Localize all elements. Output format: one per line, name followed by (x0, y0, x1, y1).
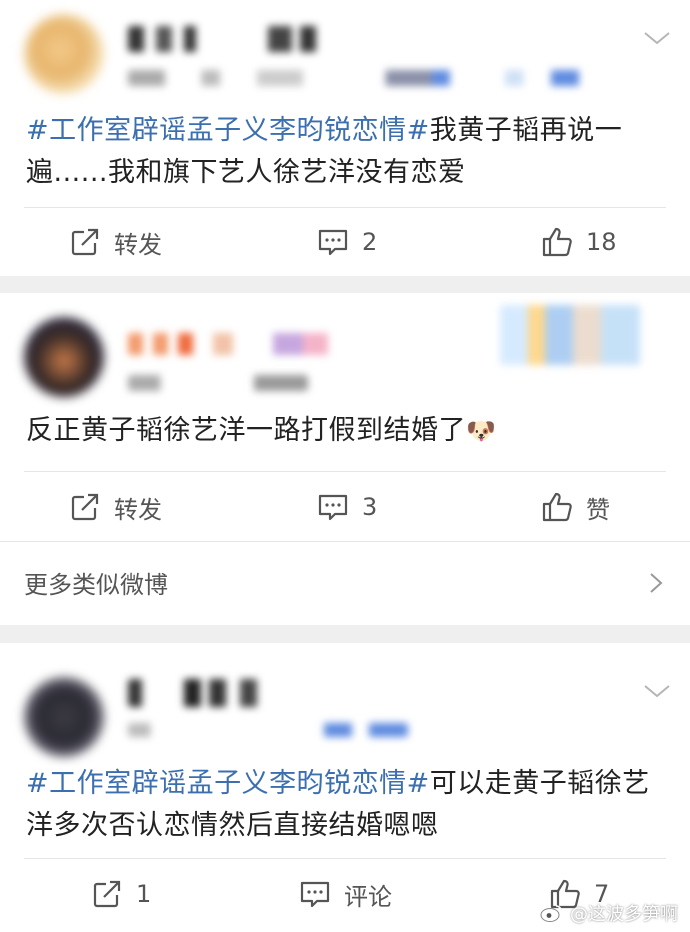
chevron-down-icon[interactable] (642, 28, 672, 48)
like-label: 赞 (586, 495, 610, 524)
dog-emoji: 🐶 (466, 417, 497, 445)
comment-icon (318, 229, 348, 256)
post-meta-blurred (128, 70, 588, 86)
username-blurred[interactable] (128, 333, 378, 355)
weibo-post-1: #工作室辟谣孟子义李昀锐恋情#我黄子韬再说一遍......我和旗下艺人徐艺洋没有… (0, 0, 690, 276)
like-button[interactable]: 18 (540, 212, 617, 272)
comment-button[interactable]: 2 (316, 212, 377, 272)
repost-count: 1 (136, 880, 152, 908)
like-count: 18 (586, 228, 617, 256)
avatar[interactable] (24, 677, 104, 757)
action-bar: 转发 3 赞 (0, 477, 690, 537)
chevron-right-icon (650, 573, 663, 593)
divider (24, 471, 666, 472)
profile-decoration-blurred (500, 305, 640, 365)
comment-icon (318, 494, 348, 521)
post-content: #工作室辟谣孟子义李昀锐恋情#我黄子韬再说一遍......我和旗下艺人徐艺洋没有… (26, 110, 650, 194)
hashtag-link[interactable]: #工作室辟谣孟子义李昀锐恋情# (26, 768, 430, 799)
more-similar-row[interactable]: 更多类似微博 (0, 543, 690, 623)
thumbs-up-icon (542, 227, 572, 257)
username-blurred[interactable] (128, 679, 268, 707)
weibo-post-2: 反正黄子韬徐艺洋一路打假到结婚了🐶 转发 3 赞 更多类似微博 (0, 293, 690, 625)
post-meta-blurred (128, 723, 408, 737)
repost-button[interactable]: 1 (90, 864, 151, 924)
post-content: 反正黄子韬徐艺洋一路打假到结婚了🐶 (26, 410, 650, 452)
more-similar-label: 更多类似微博 (24, 571, 168, 599)
avatar[interactable] (24, 14, 104, 94)
thumbs-up-icon (542, 492, 572, 522)
weibo-post-3: #工作室辟谣孟子义李昀锐恋情#可以走黄子韬徐艺洋多次否认恋情然后直接结婚嗯嗯 1… (0, 643, 690, 932)
repost-icon (93, 880, 121, 908)
watermark-text: @这波多笋啊 (570, 904, 678, 925)
comment-button[interactable]: 3 (316, 477, 377, 537)
divider (24, 207, 666, 208)
post-body: 反正黄子韬徐艺洋一路打假到结婚了 (26, 415, 466, 446)
repost-icon (71, 493, 99, 521)
like-button[interactable]: 赞 (540, 477, 610, 537)
avatar[interactable] (24, 317, 104, 397)
comment-label: 评论 (344, 882, 392, 911)
weibo-logo-icon (540, 905, 562, 922)
divider (24, 858, 666, 859)
repost-button[interactable]: 转发 (68, 477, 162, 537)
comment-button[interactable]: 评论 (298, 864, 392, 924)
username-blurred[interactable] (128, 26, 328, 52)
comment-icon (300, 881, 330, 908)
post-content: #工作室辟谣孟子义李昀锐恋情#可以走黄子韬徐艺洋多次否认恋情然后直接结婚嗯嗯 (26, 763, 650, 847)
repost-label: 转发 (114, 495, 162, 524)
divider (0, 541, 690, 542)
comment-count: 3 (362, 493, 378, 521)
chevron-down-icon[interactable] (642, 681, 672, 701)
repost-icon (71, 228, 99, 256)
action-bar: 转发 2 18 (0, 212, 690, 272)
repost-label: 转发 (114, 230, 162, 259)
repost-button[interactable]: 转发 (68, 212, 162, 272)
comment-count: 2 (362, 228, 378, 256)
hashtag-link[interactable]: #工作室辟谣孟子义李昀锐恋情# (26, 115, 430, 146)
post-meta-blurred (128, 375, 308, 391)
weibo-watermark: @这波多笋啊 (540, 900, 678, 926)
